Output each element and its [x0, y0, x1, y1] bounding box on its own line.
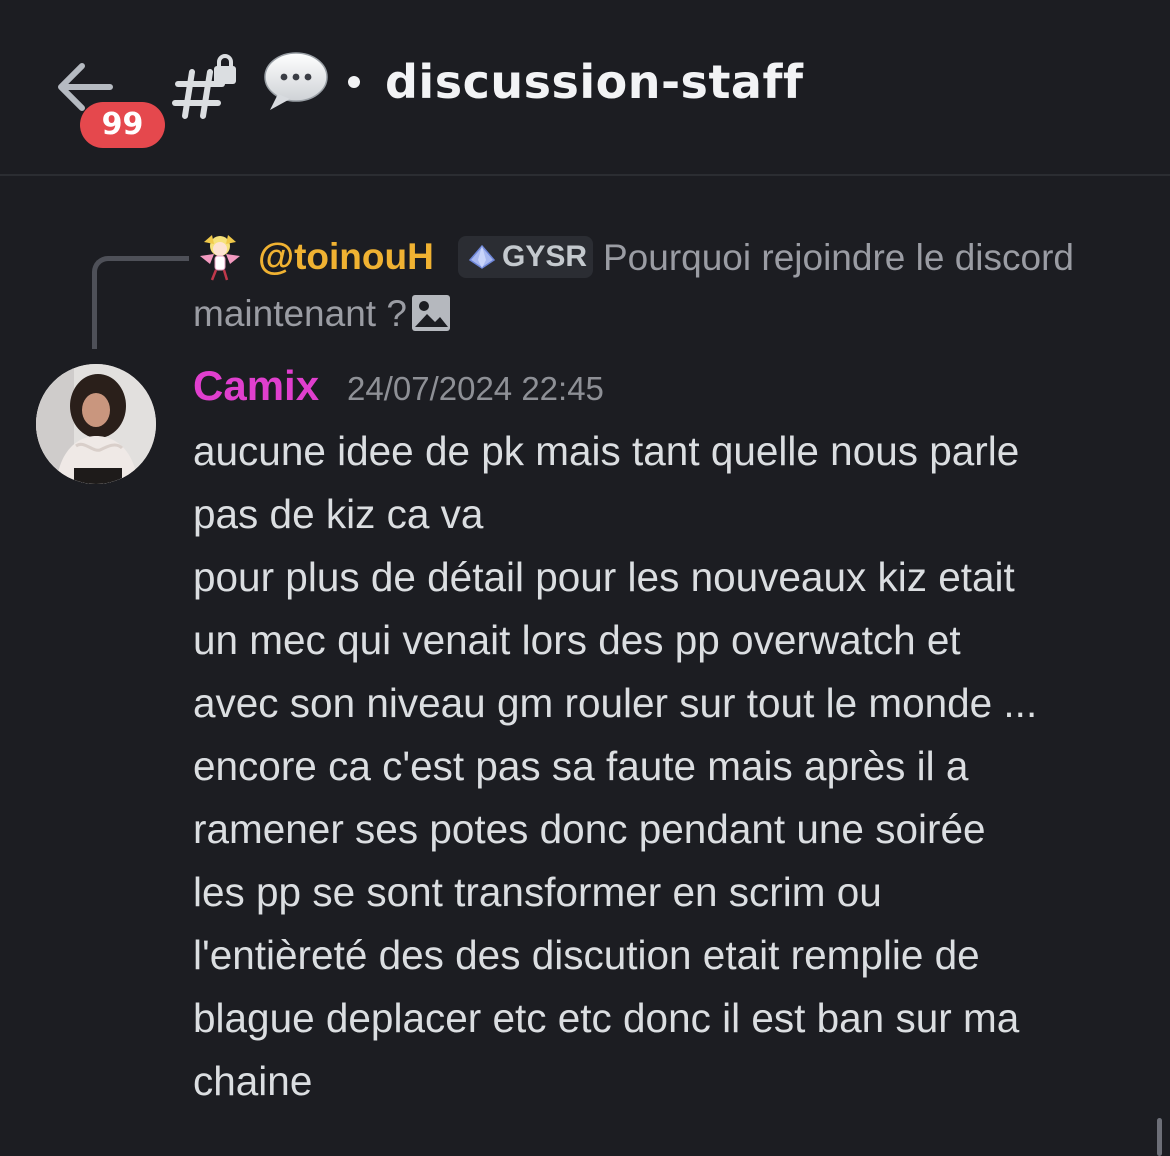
- image-icon: [411, 295, 450, 331]
- role-tag[interactable]: GYSR: [458, 236, 593, 278]
- message-line: avec son niveau gm rouler sur tout le mo…: [193, 680, 1038, 726]
- role-tag-label: GYSR: [502, 240, 588, 273]
- message-line: pour plus de détail pour les nouveaux ki…: [193, 554, 1015, 600]
- unread-badge: 99: [80, 102, 165, 148]
- reply-author-avatar[interactable]: [194, 230, 244, 282]
- message-line: pas de kiz ca va: [193, 491, 484, 537]
- locked-hash-icon: [172, 54, 236, 119]
- scrollbar[interactable]: [1157, 1118, 1162, 1156]
- message-body[interactable]: aucune idee de pk mais tant quelle nous …: [193, 420, 1143, 1113]
- channel-name[interactable]: discussion-staff: [385, 52, 804, 112]
- message-line: blague deplacer etc etc donc il est ban …: [193, 995, 1020, 1041]
- reply-connector: [92, 256, 189, 349]
- message-line: encore ca c'est pas sa faute mais après …: [193, 743, 969, 789]
- message-line: un mec qui venait lors des pp overwatch …: [193, 617, 961, 663]
- message-timestamp: 24/07/2024 22:45: [347, 370, 604, 407]
- speech-bubble-icon: [264, 52, 328, 110]
- chat-screen: 99 discussion-staff Pourquoi rejoindre l…: [0, 0, 1170, 1156]
- avatar-photo: [36, 364, 156, 484]
- author-avatar[interactable]: [36, 364, 156, 484]
- separator-dot: [348, 76, 360, 88]
- message-line: l'entièreté des des discution etait remp…: [193, 932, 980, 978]
- message-line: les pp se sont transformer en scrim ou: [193, 869, 882, 915]
- message-line: aucune idee de pk mais tant quelle nous …: [193, 428, 1020, 474]
- channel-header: 99 discussion-staff: [0, 0, 1170, 176]
- reply-author-name[interactable]: @toinouH: [258, 233, 434, 281]
- message-line: chaine: [193, 1058, 313, 1104]
- message-line: ramener ses potes donc pendant une soiré…: [193, 806, 986, 852]
- gem-icon: [468, 244, 496, 269]
- message-author[interactable]: Camix: [193, 358, 319, 414]
